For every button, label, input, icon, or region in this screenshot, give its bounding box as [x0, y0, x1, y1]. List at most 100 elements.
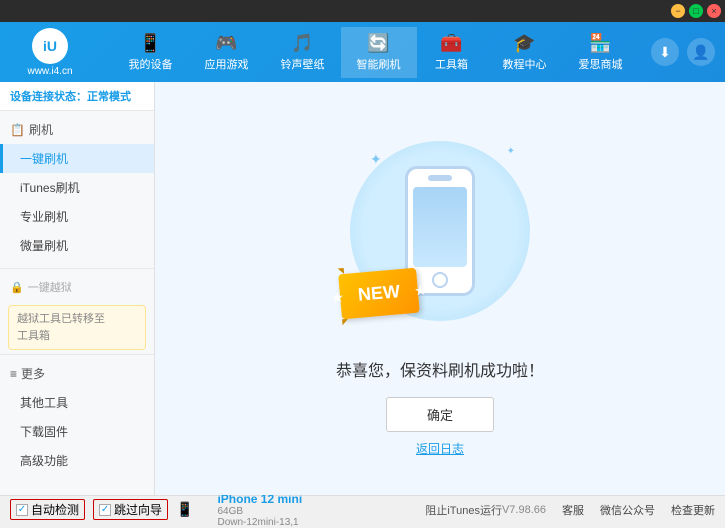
jailbreak-notice: 越狱工具已转移至工具箱: [8, 305, 146, 350]
checkbox-check-2: ✓: [101, 504, 109, 515]
logo-area: iU www.i4.cn: [0, 28, 100, 77]
user-button[interactable]: 👤: [687, 38, 715, 66]
flash-section-header: 📋 刷机: [0, 115, 154, 144]
sidebar-item-other-tools[interactable]: 其他工具: [0, 388, 154, 417]
minimize-button[interactable]: −: [671, 4, 685, 18]
pro-flash-label: 专业刷机: [20, 210, 68, 224]
bottom-right: V7.98.66 客服 微信公众号 检查更新: [502, 502, 715, 518]
one-click-flash-label: 一键刷机: [20, 152, 68, 166]
download-button[interactable]: ⬇: [651, 38, 679, 66]
nav-toolbox[interactable]: 🧰 工具箱: [417, 27, 487, 78]
bottom-bar: ✓ 自动检测 ✓ 跳过向导 📱 iPhone 12 mini 64GB Down…: [0, 495, 725, 523]
download-firmware-label: 下载固件: [20, 425, 68, 439]
micro-flash-label: 微量刷机: [20, 239, 68, 253]
success-message: 恭喜您，保资料刷机成功啦！: [336, 357, 544, 381]
sidebar-item-one-click-flash[interactable]: 一键刷机: [0, 144, 154, 173]
nav-toolbox-label: 工具箱: [435, 56, 468, 72]
toolbox-icon: 🧰: [440, 33, 462, 54]
user-icon: 👤: [692, 44, 709, 61]
nav-app-store[interactable]: 🏪 爱思商城: [563, 27, 639, 78]
advanced-label: 高级功能: [20, 454, 68, 468]
jailbreak-disabled-item: 🔒 一键越狱: [0, 273, 154, 301]
close-button[interactable]: ×: [707, 4, 721, 18]
skip-wizard-checkbox[interactable]: ✓ 跳过向导: [93, 499, 168, 520]
wechat-public-link[interactable]: 微信公众号: [600, 502, 655, 518]
sidebar-item-download-firmware[interactable]: 下载固件: [0, 417, 154, 446]
status-label: 设备连接状态：: [10, 91, 87, 103]
nav-apps-games[interactable]: 🎮 应用游戏: [189, 27, 265, 78]
sidebar-item-pro-flash[interactable]: 专业刷机: [0, 202, 154, 231]
device-model: Down-12mini-13,1: [217, 517, 302, 528]
phone-illustration: ✦ ✦ ✦ ★ NEW ★: [350, 121, 530, 341]
more-icon: ≡: [10, 367, 17, 381]
nav-bar: 📱 我的设备 🎮 应用游戏 🎵 铃声壁纸 🔄 智能刷机 🧰 工具箱 🎓 教程中心…: [100, 27, 651, 78]
more-header-label: 更多: [21, 365, 45, 382]
download-icon: ⬇: [659, 44, 671, 61]
auto-detect-label: 自动检测: [31, 501, 79, 518]
phone-screen: [413, 187, 467, 267]
tutorials-icon: 🎓: [513, 33, 535, 54]
sidebar: 设备连接状态：正常模式 📋 刷机 一键刷机 iTunes刷机 专业刷机 微量刷机…: [0, 82, 155, 495]
header-right: ⬇ 👤: [651, 38, 725, 66]
flash-header-label: 刷机: [29, 121, 53, 138]
header: iU www.i4.cn 📱 我的设备 🎮 应用游戏 🎵 铃声壁纸 🔄 智能刷机…: [0, 22, 725, 82]
apps-games-icon: 🎮: [215, 33, 237, 54]
nav-smart-flash[interactable]: 🔄 智能刷机: [341, 27, 417, 78]
more-section-header: ≡ 更多: [0, 359, 154, 388]
titlebar: − □ ×: [0, 0, 725, 22]
flash-section: 📋 刷机 一键刷机 iTunes刷机 专业刷机 微量刷机: [0, 111, 154, 264]
nav-apps-games-label: 应用游戏: [205, 56, 249, 72]
device-storage: 64GB: [217, 506, 302, 517]
new-ribbon: ★ NEW ★: [338, 267, 420, 319]
logo-icon: iU: [43, 38, 57, 54]
connection-status: 设备连接状态：正常模式: [0, 82, 154, 111]
version-text: V7.98.66: [502, 504, 546, 516]
main-content: 设备连接状态：正常模式 📋 刷机 一键刷机 iTunes刷机 专业刷机 微量刷机…: [0, 82, 725, 495]
maximize-button[interactable]: □: [689, 4, 703, 18]
check-update-link[interactable]: 检查更新: [671, 502, 715, 518]
other-tools-label: 其他工具: [20, 396, 68, 410]
checkbox-check-1: ✓: [18, 504, 26, 515]
jailbreak-label: 一键越狱: [28, 279, 72, 295]
nav-tutorials[interactable]: 🎓 教程中心: [487, 27, 563, 78]
device-info: iPhone 12 mini 64GB Down-12mini-13,1: [217, 492, 302, 528]
sidebar-divider-1: [0, 268, 154, 269]
flash-header-icon: 📋: [10, 123, 25, 137]
nav-smart-flash-label: 智能刷机: [357, 56, 401, 72]
bottom-left: ✓ 自动检测 ✓ 跳过向导 📱 iPhone 12 mini 64GB Down…: [10, 492, 425, 528]
phone-notch: [428, 175, 452, 181]
sidebar-item-advanced[interactable]: 高级功能: [0, 446, 154, 475]
sidebar-divider-2: [0, 354, 154, 355]
status-value: 正常模式: [87, 91, 131, 103]
ribbon-star-right: ★: [414, 282, 426, 297]
customer-service-link[interactable]: 客服: [562, 502, 584, 518]
nav-my-device-label: 我的设备: [129, 56, 173, 72]
ringtones-icon: 🎵: [291, 33, 313, 54]
confirm-button[interactable]: 确定: [386, 397, 494, 432]
phone-button: [432, 272, 448, 288]
sidebar-item-itunes-flash[interactable]: iTunes刷机: [0, 173, 154, 202]
smart-flash-icon: 🔄: [367, 33, 389, 54]
itunes-status: 阻止iTunes运行: [425, 502, 502, 518]
ribbon-text: NEW: [357, 281, 401, 305]
logo-circle: iU: [32, 28, 68, 64]
lock-icon: 🔒: [10, 281, 24, 294]
skip-wizard-label: 跳过向导: [114, 501, 162, 518]
notice-text: 越狱工具已转移至工具箱: [17, 313, 105, 342]
itunes-status-text: 阻止iTunes运行: [425, 502, 502, 518]
back-to-log-link[interactable]: 返回日志: [416, 440, 464, 457]
nav-tutorials-label: 教程中心: [503, 56, 547, 72]
nav-my-device[interactable]: 📱 我的设备: [113, 27, 189, 78]
nav-ringtones-label: 铃声壁纸: [281, 56, 325, 72]
app-store-icon: 🏪: [589, 33, 611, 54]
sidebar-item-micro-flash[interactable]: 微量刷机: [0, 231, 154, 260]
nav-ringtones[interactable]: 🎵 铃声壁纸: [265, 27, 341, 78]
logo-subtitle: www.i4.cn: [27, 66, 72, 77]
device-phone-icon: 📱: [176, 501, 193, 518]
sparkle-icon-2: ✦: [507, 146, 515, 157]
ribbon-star-left: ★: [332, 289, 344, 304]
nav-app-store-label: 爱思商城: [579, 56, 623, 72]
checkbox-box-1: ✓: [16, 504, 28, 516]
sparkle-icon-1: ✦: [370, 151, 382, 168]
auto-detect-checkbox[interactable]: ✓ 自动检测: [10, 499, 85, 520]
